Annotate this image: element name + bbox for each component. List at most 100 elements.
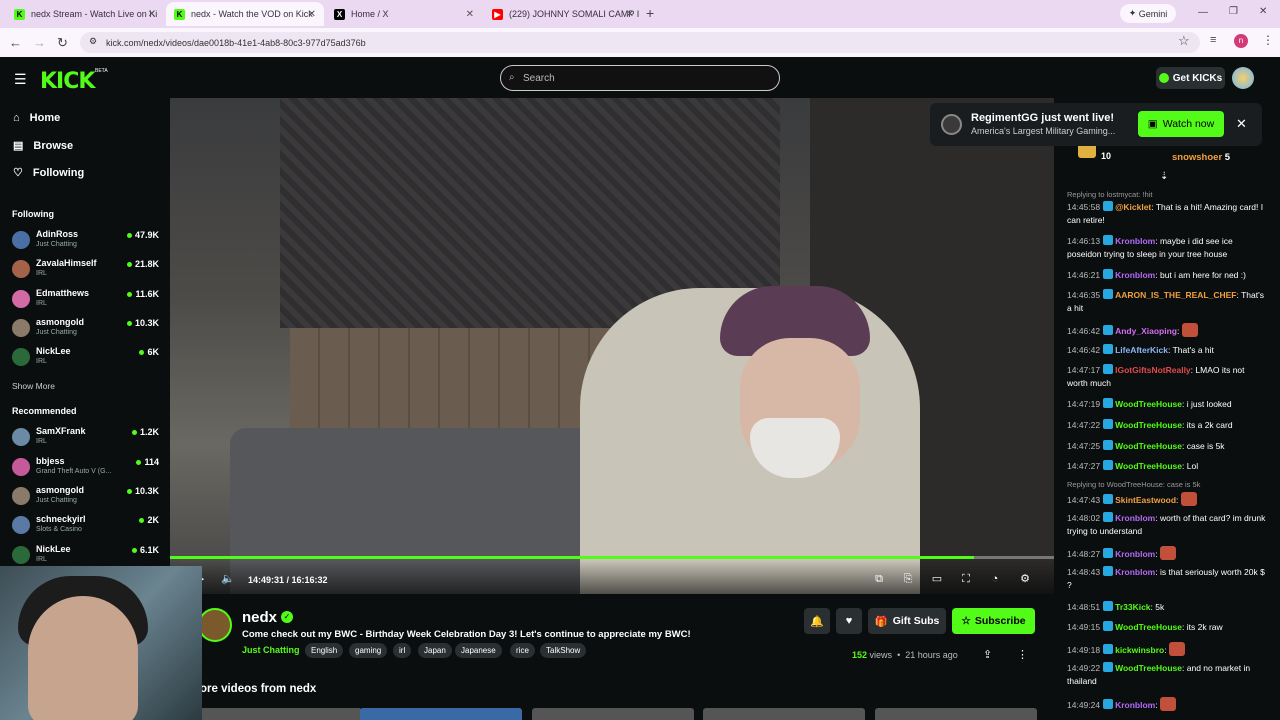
bookmark-star-icon[interactable]: ☆ (1178, 33, 1190, 49)
forward-icon[interactable]: → (33, 35, 46, 50)
kick-logo[interactable]: KICK (40, 69, 95, 94)
sidebar-channel[interactable]: asmongold Just Chatting 10.3K (12, 316, 162, 342)
chat-username[interactable]: Kronblom (1115, 567, 1155, 577)
search-input[interactable]: ⌕ Search (500, 65, 780, 91)
sidebar-channel[interactable]: asmongold Just Chatting 10.3K (12, 484, 162, 510)
profile-avatar[interactable]: n (1234, 34, 1248, 48)
video-thumbnail[interactable] (875, 708, 1037, 720)
reload-icon[interactable]: ↻ (57, 35, 68, 51)
nav-following[interactable]: ♡ Following (13, 166, 84, 180)
chat-username[interactable]: Kronblom (1115, 700, 1155, 710)
clip-icon[interactable]: ⎘ (901, 572, 915, 586)
more-options-icon[interactable]: ⋮ (1017, 648, 1028, 661)
chat-username[interactable]: SkintEastwood (1115, 495, 1176, 505)
chat-message[interactable]: 14:46:42 Andy_Xiaoping: (1067, 323, 1267, 338)
chat-message[interactable]: 14:47:25 WoodTreeHouse: case is 5k (1067, 440, 1267, 453)
maximize-icon[interactable]: ❐ (1229, 6, 1238, 17)
miniplayer-icon[interactable]: ⧉ (872, 572, 886, 586)
tab-youtube[interactable]: ▶ (229) JOHNNY SOMALI CAMP I ✕ (484, 2, 642, 26)
notification-bell-button[interactable]: 🔔 (804, 608, 830, 634)
sidebar-channel[interactable]: ZavalaHimself IRL 21.8K (12, 257, 162, 283)
menu-kebab-icon[interactable]: ⋮ (1262, 33, 1274, 47)
back-icon[interactable]: ← (9, 35, 22, 50)
watch-now-button[interactable]: ▣ Watch now (1138, 111, 1224, 137)
gemini-button[interactable]: ✦ Gemini (1120, 4, 1176, 23)
tag-chip[interactable]: Japanese (455, 643, 502, 658)
chat-message[interactable]: 14:49:22 WoodTreeHouse: and no market in … (1067, 662, 1267, 688)
gift-subs-button[interactable]: 🎁 Gift Subs (868, 608, 946, 634)
tab-nedx-live[interactable]: K nedx Stream - Watch Live on Ki ✕ (6, 2, 164, 26)
chat-username[interactable]: Kronblom (1115, 513, 1155, 523)
chat-username[interactable]: kickwinsbro (1115, 645, 1164, 655)
minimize-icon[interactable]: — (1198, 7, 1208, 18)
chat-message[interactable]: 14:46:21 Kronblom: but i am here for ned … (1067, 269, 1267, 282)
tag-chip[interactable]: Japan (418, 643, 452, 658)
sidebar-channel[interactable]: bbjess Grand Theft Auto V (G... 114 (12, 455, 162, 481)
chat-message[interactable]: 14:47:43 SkintEastwood: (1067, 492, 1267, 507)
speed-icon[interactable]: ◔ (988, 572, 1002, 586)
video-thumbnail[interactable] (703, 708, 865, 720)
new-tab-icon[interactable]: + (646, 5, 654, 21)
nav-browse[interactable]: ▤ Browse (13, 139, 73, 153)
chat-message[interactable]: 14:49:18 kickwinsbro: (1067, 642, 1267, 657)
sidebar-channel[interactable]: AdinRoss Just Chatting 47.9K (12, 228, 162, 254)
pin-icon[interactable]: ⇣ (1160, 171, 1168, 182)
chat-message[interactable]: 14:47:27 WoodTreeHouse: Lol (1067, 460, 1267, 473)
sidebar-channel[interactable]: schneckyirl Slots & Casino 2K (12, 513, 162, 539)
close-icon[interactable]: ✕ (148, 9, 156, 20)
sidebar-channel[interactable]: Edmatthews IRL 11.6K (12, 287, 162, 313)
chat-message[interactable]: 14:45:58 @Kicklet: That is a hit! Amazing… (1067, 201, 1267, 227)
tag-chip[interactable]: rice (510, 643, 535, 658)
tab-x-home[interactable]: X Home / X ✕ (326, 2, 482, 26)
chat-message[interactable]: 14:47:22 WoodTreeHouse: its a 2k card (1067, 419, 1267, 432)
hamburger-menu-icon[interactable]: ☰ (14, 71, 27, 88)
chat-message[interactable]: 14:46:42 LifeAfterKick: That's a hit (1067, 344, 1267, 357)
chat-username[interactable]: Kronblom (1115, 236, 1155, 246)
chat-username[interactable]: IGotGiftsNotReally (1115, 365, 1191, 375)
chat-username[interactable]: WoodTreeHouse (1115, 399, 1182, 409)
chat-username[interactable]: WoodTreeHouse (1115, 461, 1182, 471)
subscribe-button[interactable]: ☆ Subscribe (952, 608, 1035, 634)
chat-username[interactable]: LifeAfterKick (1115, 345, 1168, 355)
chat-message[interactable]: 14:47:19 WoodTreeHouse: i just looked (1067, 398, 1267, 411)
chat-message[interactable]: 14:48:51 Tr33Kick: 5k (1067, 601, 1267, 614)
chat-message[interactable]: 14:46:13 Kronblom: maybe i did see ice po… (1067, 235, 1267, 261)
chat-message[interactable]: 14:46:35 AARON_IS_THE_REAL_CHEF: That's a… (1067, 289, 1267, 315)
window-close-icon[interactable]: ✕ (1259, 6, 1267, 17)
volume-icon[interactable]: 🔈 (221, 572, 235, 586)
category-link[interactable]: Just Chatting (242, 645, 300, 655)
chat-username[interactable]: Tr33Kick (1115, 602, 1150, 612)
nav-home[interactable]: ⌂ Home (13, 112, 60, 124)
chat-message[interactable]: 14:48:43 Kronblom: is that seriously wort… (1067, 566, 1267, 592)
chat-username[interactable]: WoodTreeHouse (1115, 420, 1182, 430)
video-thumbnail[interactable] (200, 708, 362, 720)
chat-message[interactable]: 14:48:02 Kronblom: worth of that card? im… (1067, 512, 1267, 538)
chat-username[interactable]: Andy_Xiaoping (1115, 326, 1177, 336)
chat-username[interactable]: WoodTreeHouse (1115, 441, 1182, 451)
channel-name-heading[interactable]: nedx (242, 609, 277, 626)
chat-username[interactable]: Kronblom (1115, 270, 1155, 280)
chat-username[interactable]: WoodTreeHouse (1115, 622, 1182, 632)
channel-avatar[interactable] (198, 608, 232, 642)
tab-nedx-vod[interactable]: K nedx - Watch the VOD on Kick ✕ (166, 2, 324, 26)
settings-gear-icon[interactable]: ⚙ (1018, 572, 1032, 586)
video-thumbnail[interactable] (532, 708, 694, 720)
chat-message[interactable]: 14:47:17 IGotGiftsNotReally: LMAO its not… (1067, 364, 1267, 390)
site-info-icon[interactable]: ⚙ (89, 36, 97, 47)
follow-button[interactable]: ♥ (836, 608, 862, 634)
get-kicks-button[interactable]: Get KICKs (1156, 67, 1225, 89)
close-icon[interactable]: ✕ (466, 9, 474, 20)
tag-chip[interactable]: gaming (349, 643, 388, 658)
close-notification-icon[interactable]: ✕ (1236, 116, 1247, 132)
chat-username[interactable]: @Kicklet (1115, 202, 1151, 212)
chat-username[interactable]: WoodTreeHouse (1115, 663, 1182, 673)
url-field[interactable]: ⚙ kick.com/nedx/videos/dae0018b-41e1-4ab… (80, 32, 1200, 53)
tag-chip[interactable]: TalkShow (540, 643, 587, 658)
video-progress-bar[interactable] (170, 556, 1054, 559)
sidebar-channel[interactable]: SamXFrank IRL 1.2K (12, 425, 162, 451)
sidebar-channel[interactable]: NickLee IRL 6K (12, 345, 162, 371)
chat-username[interactable]: Kronblom (1115, 549, 1155, 559)
chat-username[interactable]: AARON_IS_THE_REAL_CHEF (1115, 290, 1236, 300)
theater-mode-icon[interactable]: ▭ (930, 572, 944, 586)
video-thumbnail[interactable] (360, 708, 522, 720)
